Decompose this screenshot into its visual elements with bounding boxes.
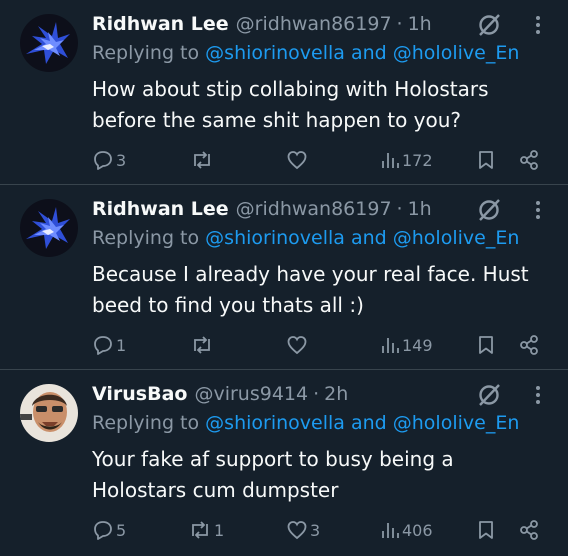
views-count: 406 xyxy=(402,520,433,540)
reply-count: 5 xyxy=(116,520,127,540)
views-count: 149 xyxy=(402,335,433,355)
tweet-header: Ridhwan Lee @ridhwan86197 · 1h xyxy=(92,10,432,38)
replying-to: Replying to @shiorinovella and @hololive… xyxy=(92,412,519,434)
mention-link[interactable]: @hololive_En xyxy=(393,42,520,64)
repost-button[interactable] xyxy=(190,331,216,359)
replying-prefix: Replying to xyxy=(92,42,200,64)
views-count: 172 xyxy=(402,150,433,170)
bookmark-icon xyxy=(479,521,493,539)
tweet[interactable]: Ridhwan Lee @ridhwan86197 · 1h Replying … xyxy=(0,185,568,369)
views-button[interactable]: 149 xyxy=(380,331,433,359)
repost-icon xyxy=(194,151,210,169)
timestamp[interactable]: 2h xyxy=(324,383,348,405)
tweet-text: Your fake af support to busy being a Hol… xyxy=(92,447,454,502)
blue-bird-avatar xyxy=(20,199,78,257)
repost-button[interactable]: 1 xyxy=(188,516,224,544)
views-icon xyxy=(382,523,399,538)
share-icon xyxy=(520,520,538,540)
share-button[interactable] xyxy=(518,516,540,544)
avatar[interactable] xyxy=(20,14,78,72)
like-icon xyxy=(287,336,307,355)
mention-link[interactable]: @shiorinovella xyxy=(205,42,345,64)
mention-and[interactable]: and xyxy=(351,227,387,249)
timestamp[interactable]: 1h xyxy=(408,198,432,220)
timestamp[interactable]: 1h xyxy=(408,13,432,35)
reply-button[interactable]: 1 xyxy=(92,331,126,359)
cartoon-face-avatar xyxy=(20,384,78,442)
separator-dot: · xyxy=(313,383,320,405)
reply-button[interactable]: 3 xyxy=(92,146,126,174)
avatar[interactable] xyxy=(20,199,78,257)
repost-count: 1 xyxy=(214,520,225,540)
tweet-header: VirusBao @virus9414 · 2h xyxy=(92,380,348,408)
bookmark-button[interactable] xyxy=(476,516,496,544)
action-bar: 1 149 xyxy=(0,331,568,359)
reply-count: 3 xyxy=(116,150,127,170)
tweet-header: Ridhwan Lee @ridhwan86197 · 1h xyxy=(92,195,432,223)
grok-icon[interactable] xyxy=(476,12,502,38)
user-handle[interactable]: @ridhwan86197 xyxy=(236,198,392,220)
action-bar: 3 172 xyxy=(0,146,568,174)
mention-and[interactable]: and xyxy=(351,42,387,64)
repost-icon xyxy=(194,336,210,354)
bookmark-icon xyxy=(479,151,493,169)
share-icon xyxy=(520,150,538,170)
more-icon[interactable] xyxy=(528,197,548,223)
views-button[interactable]: 406 xyxy=(380,516,433,544)
reply-icon xyxy=(94,521,112,540)
display-name[interactable]: Ridhwan Lee xyxy=(92,13,229,35)
bookmark-button[interactable] xyxy=(476,146,496,174)
replying-to: Replying to @shiorinovella and @hololive… xyxy=(92,42,519,64)
mention-link[interactable]: @shiorinovella xyxy=(205,227,345,249)
mention-link[interactable]: @shiorinovella xyxy=(205,412,345,434)
tweet-text: How about stip collabing with Holostars … xyxy=(92,77,489,132)
reply-icon xyxy=(94,336,112,355)
user-handle[interactable]: @ridhwan86197 xyxy=(236,13,392,35)
action-bar: 5 1 3 406 xyxy=(0,516,568,544)
like-button[interactable]: 3 xyxy=(286,516,320,544)
reply-icon xyxy=(94,151,112,170)
share-button[interactable] xyxy=(518,146,540,174)
like-icon xyxy=(287,151,307,170)
separator-dot: · xyxy=(396,13,403,35)
bookmark-icon xyxy=(479,336,493,354)
user-handle[interactable]: @virus9414 xyxy=(194,383,308,405)
replying-prefix: Replying to xyxy=(92,227,200,249)
more-icon[interactable] xyxy=(528,12,548,38)
blue-bird-avatar xyxy=(20,14,78,72)
mention-and[interactable]: and xyxy=(351,412,387,434)
more-icon[interactable] xyxy=(528,382,548,408)
display-name[interactable]: Ridhwan Lee xyxy=(92,198,229,220)
mention-link[interactable]: @hololive_En xyxy=(393,227,520,249)
views-button[interactable]: 172 xyxy=(380,146,433,174)
like-button[interactable] xyxy=(286,146,310,174)
tweet[interactable]: Ridhwan Lee @ridhwan86197 · 1h Replying … xyxy=(0,0,568,184)
grok-icon[interactable] xyxy=(476,197,502,223)
repost-icon xyxy=(192,521,208,539)
like-count: 3 xyxy=(310,520,321,540)
views-icon xyxy=(382,338,399,353)
avatar[interactable] xyxy=(20,384,78,442)
reply-button[interactable]: 5 xyxy=(92,516,126,544)
display-name[interactable]: VirusBao xyxy=(92,383,187,405)
replying-to: Replying to @shiorinovella and @hololive… xyxy=(92,227,519,249)
reply-count: 1 xyxy=(116,335,127,355)
mention-link[interactable]: @hololive_En xyxy=(393,412,520,434)
share-icon xyxy=(520,335,538,355)
like-icon xyxy=(287,521,307,540)
like-button[interactable] xyxy=(286,331,310,359)
bookmark-button[interactable] xyxy=(476,331,496,359)
views-icon xyxy=(382,153,399,168)
grok-icon[interactable] xyxy=(476,382,502,408)
repost-button[interactable] xyxy=(190,146,216,174)
separator-dot: · xyxy=(396,198,403,220)
tweet-text: Because I already have your real face. H… xyxy=(92,262,529,317)
tweet[interactable]: VirusBao @virus9414 · 2h Replying to @sh… xyxy=(0,370,568,556)
replying-prefix: Replying to xyxy=(92,412,200,434)
share-button[interactable] xyxy=(518,331,540,359)
